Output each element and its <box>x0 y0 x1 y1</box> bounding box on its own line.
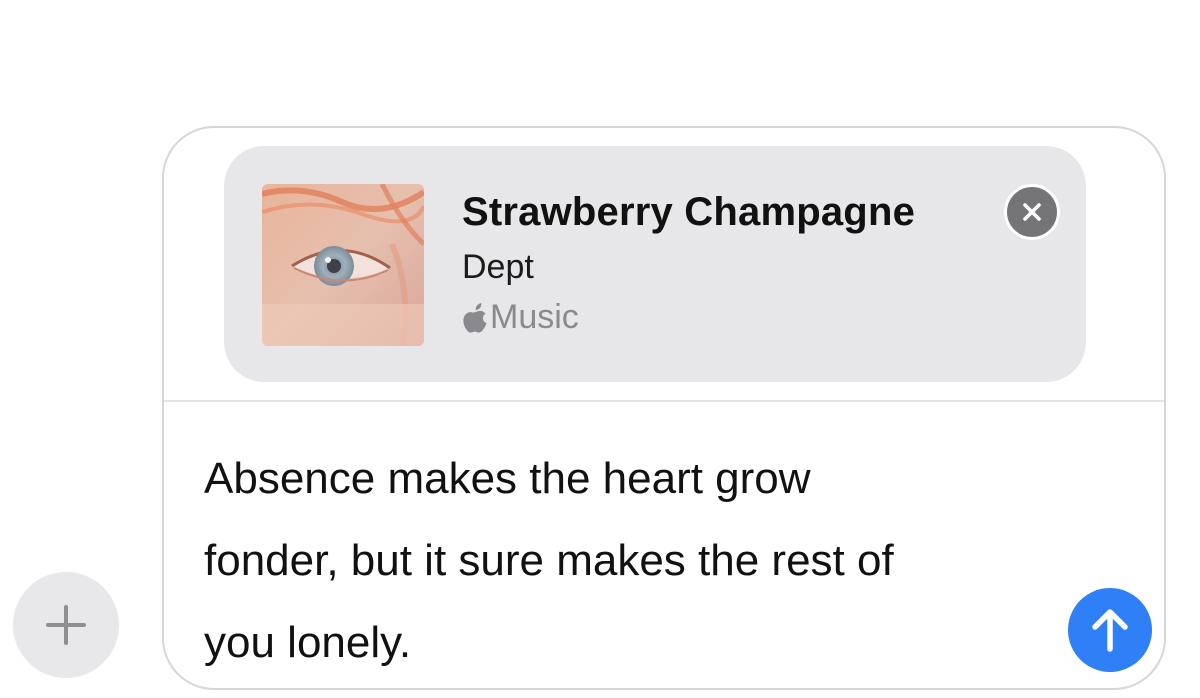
close-icon <box>1023 203 1041 221</box>
song-source: Music <box>462 298 579 337</box>
attachment-divider <box>164 400 1164 402</box>
remove-attachment-button[interactable] <box>1004 184 1060 240</box>
music-attachment-card[interactable]: Strawberry Champagne Dept Music <box>224 146 1086 382</box>
messages-compose-area: Strawberry Champagne Dept Music Absence … <box>0 0 1200 698</box>
apple-logo-icon <box>463 302 487 333</box>
arrow-up-icon <box>1092 609 1128 652</box>
plus-icon <box>46 605 86 645</box>
message-text-input[interactable]: Absence makes the heart grow fonder, but… <box>204 438 1044 684</box>
song-source-label: Music <box>490 298 579 336</box>
song-title: Strawberry Champagne <box>462 190 916 234</box>
song-artist: Dept <box>462 248 534 286</box>
message-compose-field[interactable]: Strawberry Champagne Dept Music Absence … <box>162 126 1166 690</box>
apps-plus-button[interactable] <box>13 572 119 678</box>
send-button[interactable] <box>1068 588 1152 672</box>
album-artwork <box>262 184 424 346</box>
